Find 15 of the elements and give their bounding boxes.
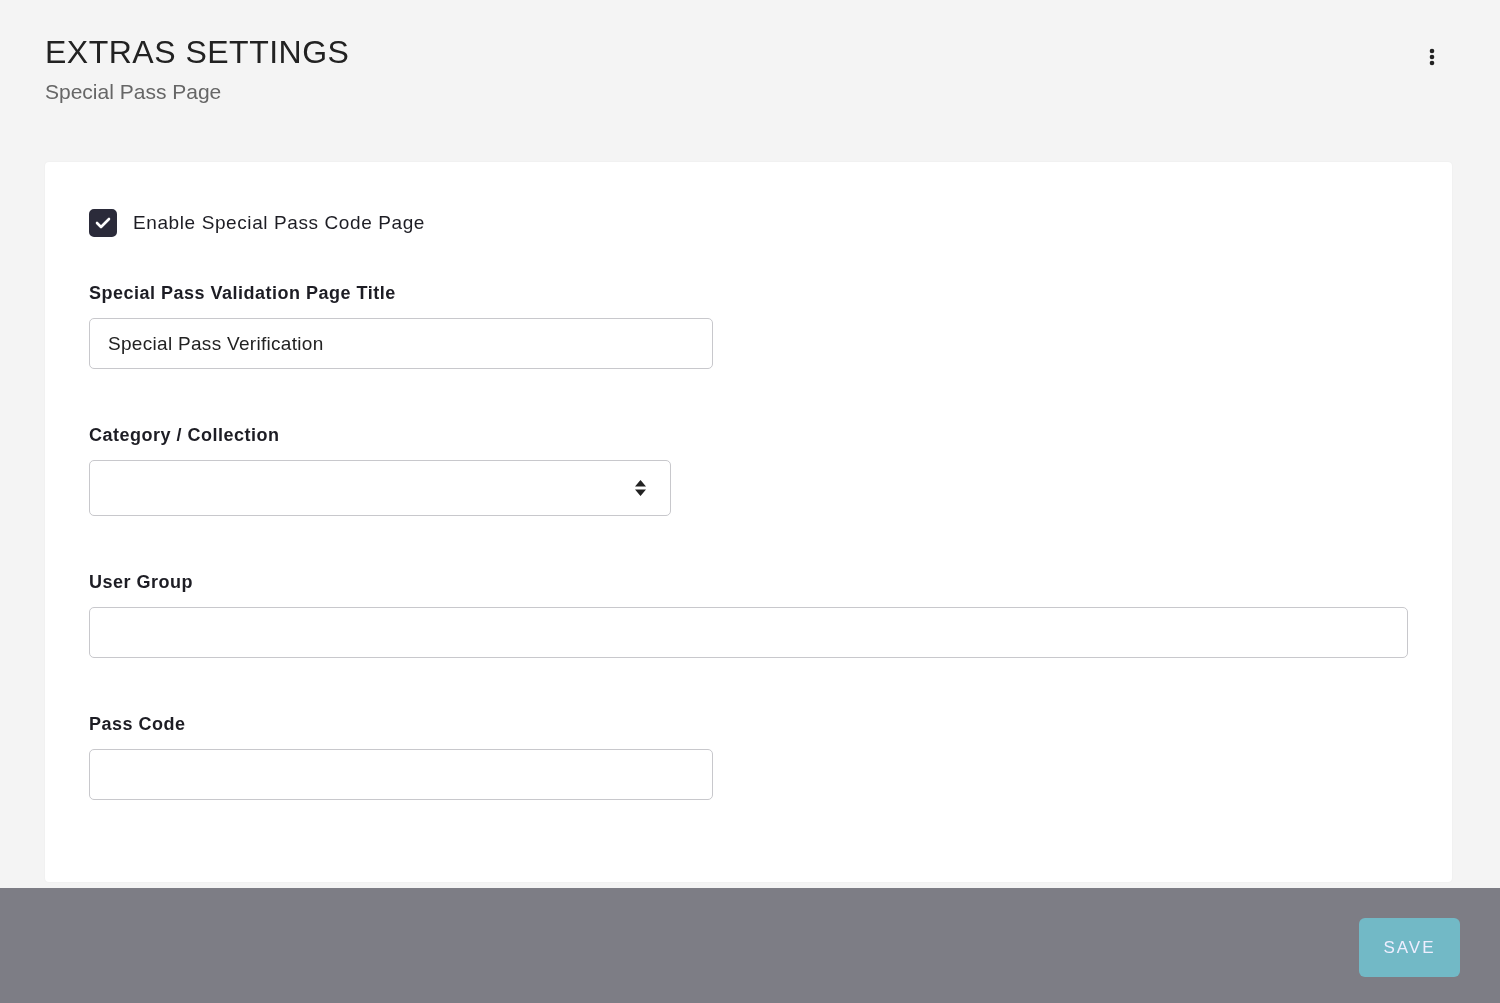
text-input-field[interactable]: Special Pass Verification [89, 318, 713, 369]
checkbox[interactable] [89, 209, 117, 237]
more-options-icon[interactable] [1429, 48, 1435, 66]
sort-arrows-icon [635, 480, 646, 496]
field-label: Category / Collection [89, 424, 281, 446]
text-input-field[interactable] [89, 607, 1408, 658]
checkmark-icon [95, 217, 111, 229]
page-title: EXTRAS SETTINGS [45, 33, 350, 71]
text-input-field[interactable] [89, 749, 713, 800]
select-dropdown[interactable] [89, 460, 671, 516]
field-label: User Group [89, 571, 195, 593]
field-label: Special Pass Validation Page Title [89, 282, 397, 304]
field-label: Pass Code [89, 713, 187, 735]
page-subtitle: Special Pass Page [45, 79, 223, 105]
checkbox-label: Enable Special Pass Code Page [133, 212, 426, 234]
